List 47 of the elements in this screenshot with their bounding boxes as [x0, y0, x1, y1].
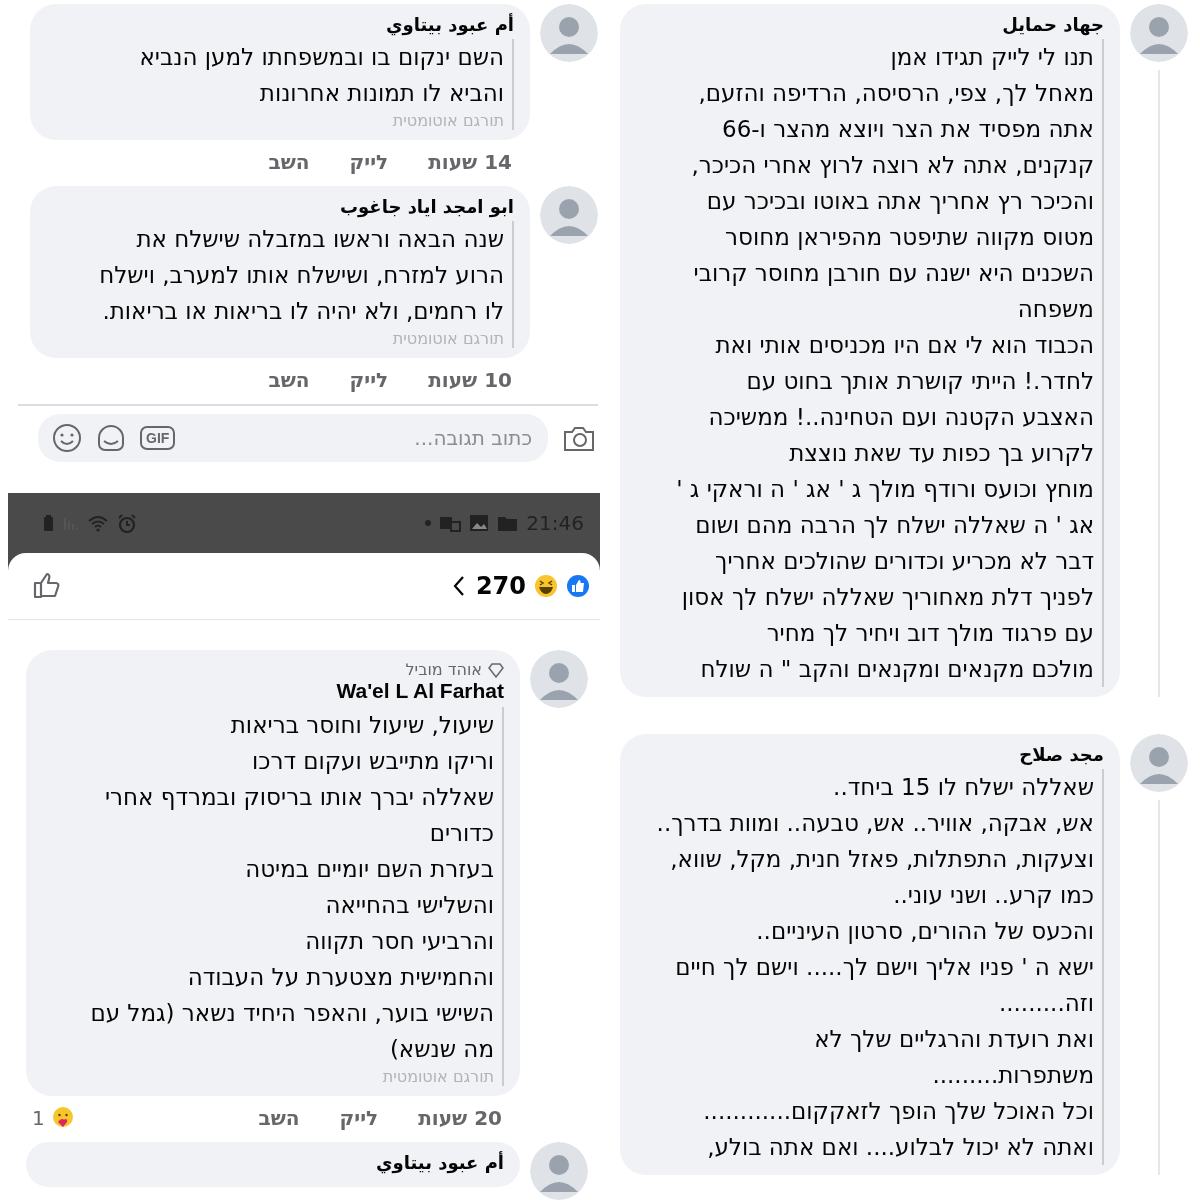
avatar [540, 186, 598, 244]
wifi-icon [87, 514, 109, 532]
diamond-icon [488, 661, 504, 678]
commenter-name[interactable]: مجد صلاح [1019, 744, 1104, 765]
reply-link[interactable]: השב [268, 368, 310, 392]
like-link[interactable]: לייק [349, 150, 389, 174]
translation-note: תורגם אוטומטית [392, 329, 504, 348]
folder-icon [497, 514, 519, 532]
commenter-name[interactable]: أم عبود بيتاوي [386, 14, 514, 35]
commenter-name[interactable]: Wa'el L Al Farhat [336, 679, 504, 703]
dot-icon [425, 520, 432, 526]
commenter-name[interactable]: أم عبود بيتاوي [376, 1152, 504, 1173]
reply-link[interactable]: השב [268, 150, 310, 174]
reply-link[interactable]: השב [258, 1106, 300, 1130]
translation-note: תורגם אוטומטית [392, 111, 504, 130]
avatar [530, 1142, 588, 1200]
like-link[interactable]: לייק [339, 1106, 379, 1130]
comment-time: 14 שעות [428, 150, 512, 174]
battery-icon [42, 514, 55, 532]
haha-reaction-icon [534, 574, 558, 598]
avatar [540, 4, 598, 62]
reaction-count: 1 [32, 1106, 45, 1130]
image-icon [469, 514, 490, 532]
like-reaction-icon [566, 574, 590, 598]
emoji-button[interactable] [52, 423, 82, 453]
like-link[interactable]: לייק [349, 368, 389, 392]
comment-time: 20 שעות [418, 1106, 502, 1130]
comment-text: שאללה ישלח לו 15 ביחד.. אש, אבקה, אוויר.. אש, טבעה.. ומוות בדרך.. וצעקות, התפתלות, פאזל חנית, מקל, שווא, כמו קרע.. ושני עוני.. והכעס של ההורים, סרטון העיניים.. ישא ה ' פניו אליך וישם לך..... וישם לך חיים וזה......... ואת רועדת והרגליים שלך לא משתפרות......... וכל האוכל שלך הופך לזאקקום............ ואתה לא יכול לבלוע.... ואם אתה בולע, [656, 773, 1094, 1162]
comment-text: שיעול, שיעול וחוסר בריאות וריקו מתייבש ועקום דרכו שאללה יברך אותו בריסוק ובמרדף אחרי כדורים בעזרת השם יומיים במיטה והשלישי בהחייאה והרביעי חסר תקווה והחמישית מצטערת על העבודה השישי בוער, והאפר היחיד נשאר (גמל עם מה שנשא) [90, 711, 494, 1064]
emoji-icon [52, 423, 82, 453]
reaction-count[interactable]: 270 [475, 572, 526, 600]
sticker-icon [96, 423, 126, 453]
commenter-name[interactable]: جهاد حمايل [1002, 14, 1104, 35]
gif-button[interactable]: GIF [140, 426, 176, 450]
avatar [1130, 4, 1188, 62]
care-emoji-icon [50, 1106, 75, 1130]
comment-text: תנו לי לייק תגידו אמן מאחל לך, צפי, הרסיסה, הרדיפה והזעם, אתה מפסיד את הצר ויוצא מהצר ו-66 קנקנים, אתה לא רוצה לרוץ אחרי הכיכר, והכיכר רץ אחריך אתה באוטו ובכיכר עם מטוס מקווה שתיפטר מהפיראן מחוסר השכנים היא ישנה עם חורבן מחוסר קרובי משפחה הכבוד הוא לי אם היו מכניסים אותי ואת לחדר.! הייתי קושרת אותך בחוט עם האצבע הקטנה ועם הטחינה..! ממשיכה לקרוע בך כפות עד שאת נוצצת מוחץ וכועס ורודף מולך ג ' אג ' ה וראקי ג ' אג ' ה שאללה ישלח לך הרבה מהם ושום דבר לא מכריע וכדורים שהולכים אחריך לפניך דלת מאחוריך שאללה ישלח לך אסון עם פרגוד מולך דוב ויחיר לך מחיר מולכם מקנאים ומקנאים והקב " ה שולח [676, 43, 1094, 684]
alarm-icon [117, 513, 137, 533]
comment-text: השם ינקום בו ובמשפחתו למען הנביא והביא לו תמונות אחרונות [139, 43, 504, 108]
comment-time: 10 שעות [428, 368, 512, 392]
commenter-name[interactable]: ابو امجد اياد جاغوب [339, 196, 514, 217]
sticker-button[interactable] [96, 423, 126, 453]
top-fan-label: אוהד מוביל [405, 660, 482, 679]
avatar [1130, 734, 1188, 792]
comment-text: שנה הבאה וראשו במזבלה שישלח את הרוע למזרח, ושישלח אותו למערב, וישלח לו רחמים, ולא יהיה לו בריאות או בריאות. [99, 225, 504, 326]
avatar [530, 650, 588, 708]
translation-note: תורגם אוטומטית [382, 1067, 494, 1086]
